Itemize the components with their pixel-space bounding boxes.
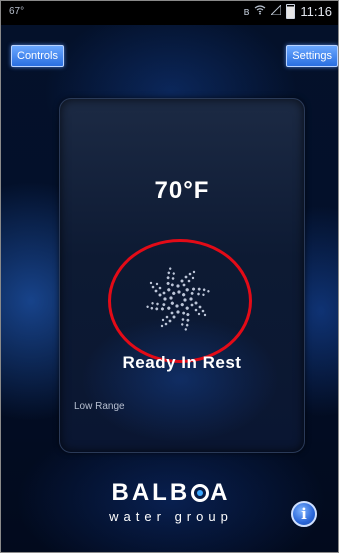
status-icons: ʙ 11:16 [243,3,332,19]
spa-status-panel: 70°F Ready In Rest Low Range [59,98,305,453]
app-window: 67° ʙ 11:16 Controls Settings 70°F Ready… [0,0,339,553]
temperature-range-label: Low Range [74,401,125,412]
battery-icon [286,4,296,19]
wifi-icon [254,5,266,18]
bluetooth-icon: ʙ [243,5,250,18]
logo-o-icon [191,484,210,502]
heater-indicator [108,239,252,363]
signal-icon [270,3,282,18]
clock: 11:16 [300,4,332,19]
status-temperature: 67° [9,6,25,17]
info-icon: i [301,505,307,523]
logo-tagline: water group [109,509,233,524]
highlight-circle [108,239,252,363]
logo-text-left: BALB [111,479,191,506]
logo-wordmark: BALB A [96,481,246,505]
logo-text-right: A [210,479,231,506]
settings-button[interactable]: Settings [286,45,338,67]
temperature-readout: 70°F [154,177,210,204]
status-bar: 67° ʙ 11:16 [1,1,338,25]
spa-status-text: Ready In Rest [122,353,242,372]
controls-button[interactable]: Controls [11,45,64,67]
balboa-logo: BALB A water group [96,481,246,531]
info-button[interactable]: i [291,501,317,527]
